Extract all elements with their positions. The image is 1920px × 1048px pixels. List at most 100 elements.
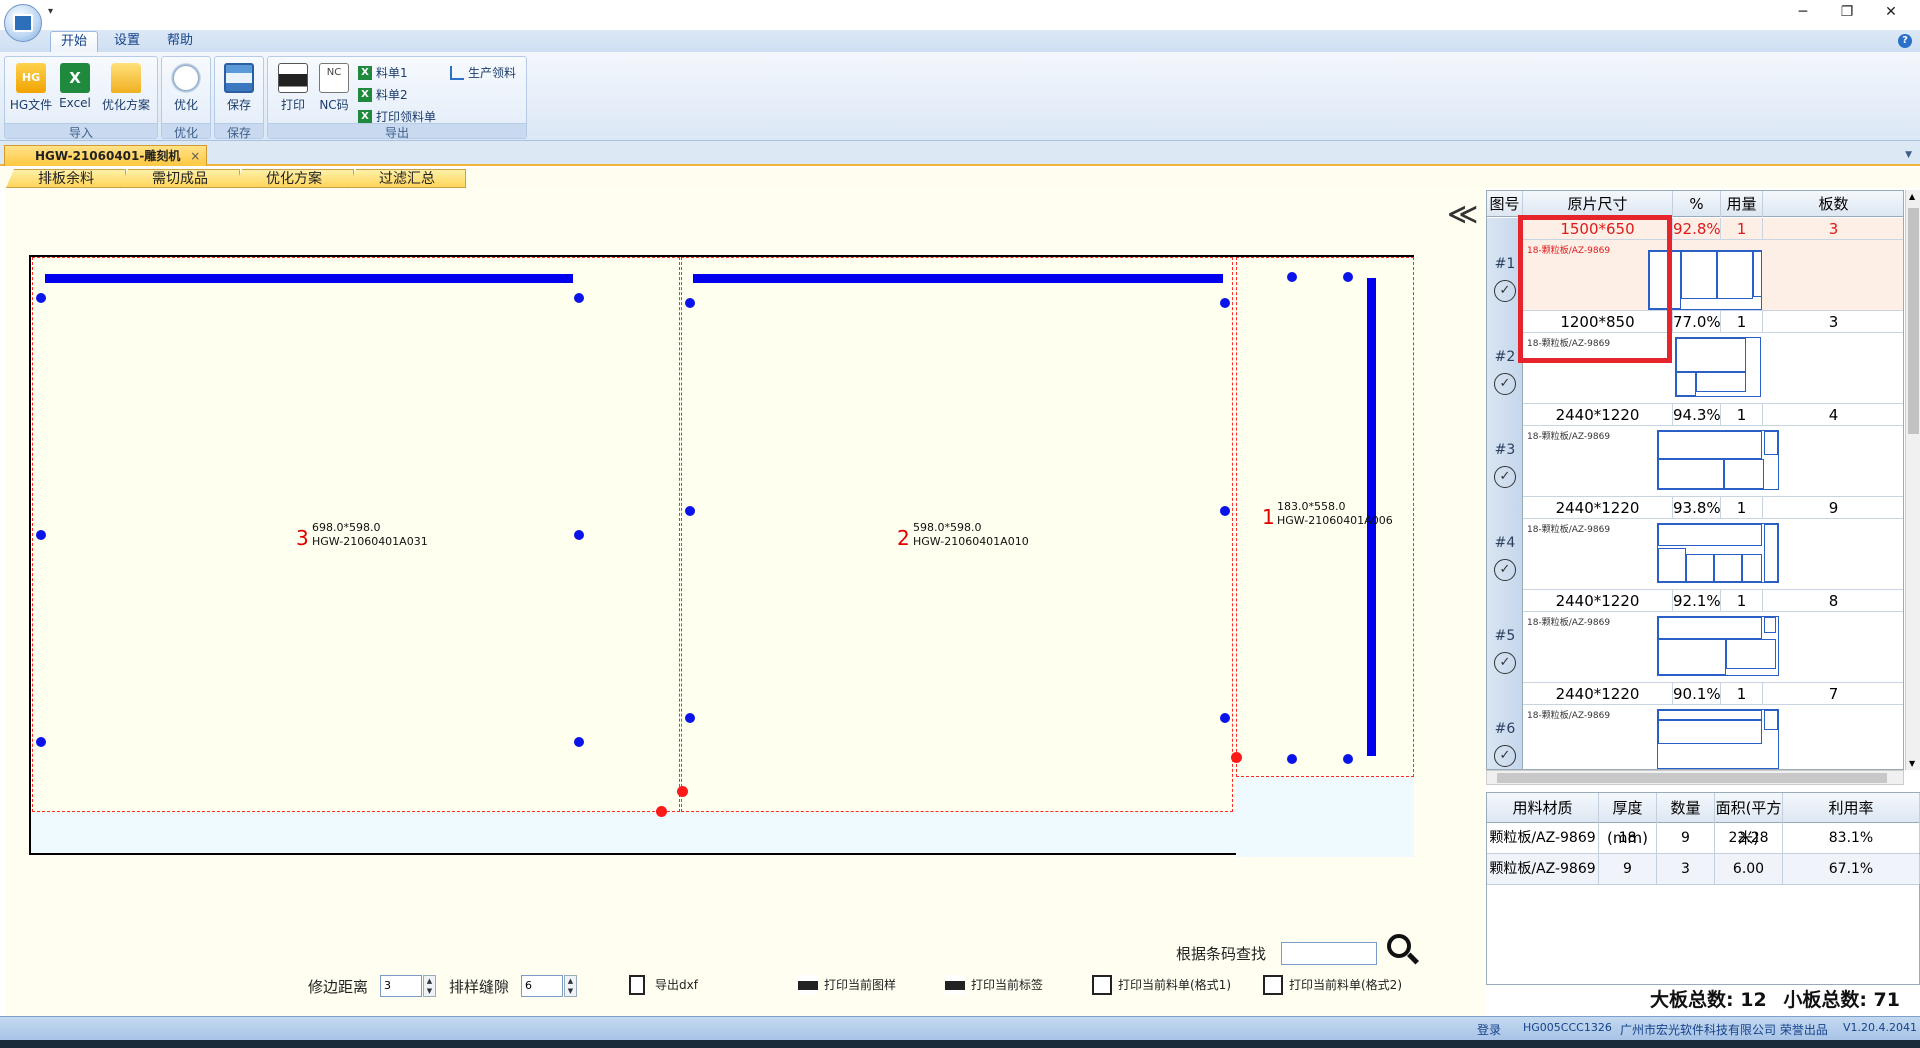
tab-list-dropdown-icon[interactable]: ▼ (1905, 150, 1912, 160)
sheet-row[interactable]: #3 ✓ 2440*1220 94.3% 1 4 18-颗粒板/AZ-9869 (1487, 404, 1903, 497)
minimize-button[interactable]: ─ (1793, 4, 1813, 20)
summary-row[interactable]: 颗粒板/AZ-9869 18 9 22.28 83.1% (1487, 823, 1920, 854)
summary-header: 用料材质 厚度(mm) 数量 面积(平方米) 利用率 (1487, 793, 1920, 847)
tab-settings[interactable]: 设置 (104, 31, 150, 52)
hg-file-label: HG文件 (9, 98, 53, 112)
sheet-list-vscrollbar[interactable]: ▲ ▼ (1905, 190, 1920, 770)
check-circle-icon[interactable]: ✓ (1494, 373, 1516, 395)
search-icon[interactable] (1387, 934, 1411, 958)
list2-button[interactable]: X 料单2 (358, 87, 408, 103)
plan-button[interactable]: 优化方案 (97, 63, 155, 113)
print-list1-button[interactable]: 打印当前料单(格式1) (1092, 975, 1231, 995)
help-icon[interactable]: ? (1898, 34, 1912, 48)
part-code: HGW-21060401A006 (1277, 514, 1393, 527)
col-boards: 板数 (1763, 191, 1903, 217)
scroll-up-icon[interactable]: ▲ (1909, 192, 1915, 201)
sheet-row[interactable]: #1 ✓ 1500*650 92.8% 1 3 18-颗粒板/AZ-9869 (1487, 218, 1903, 311)
tab-help[interactable]: 帮助 (157, 31, 203, 52)
check-circle-icon[interactable]: ✓ (1494, 280, 1516, 302)
excel-icon: X (60, 63, 90, 93)
collapse-panel-icon[interactable]: ≪ (1447, 197, 1479, 232)
tab-filter-summary[interactable]: 过滤汇总 (348, 169, 466, 188)
row-pct: 90.1% (1673, 683, 1721, 705)
part-2[interactable]: 2 598.0*598.0 HGW-21060401A010 (677, 257, 1233, 812)
part-1[interactable]: 1 183.0*558.0 HGW-21060401A006 (1231, 257, 1414, 777)
row-size: 1500*650 (1523, 218, 1673, 240)
barcode-search-input[interactable] (1281, 942, 1377, 965)
excel-small-icon: X (358, 88, 372, 102)
document-tab[interactable]: HGW-21060401-雕刻机 × (4, 145, 208, 166)
nc-code-button[interactable]: NC NC码 (316, 63, 352, 113)
group-caption-save: 保存 (215, 123, 263, 140)
nc-icon: NC (319, 63, 349, 93)
optimize-button[interactable]: 优化 (167, 63, 205, 113)
restore-button[interactable]: ❐ (1837, 4, 1857, 20)
row-material: 18-颗粒板/AZ-9869 (1527, 525, 1611, 535)
hscroll-thumb[interactable] (1497, 773, 1887, 783)
material-summary-table: 用料材质 厚度(mm) 数量 面积(平方米) 利用率 颗粒板/AZ-9869 1… (1486, 792, 1920, 985)
part-label: 183.0*558.0 HGW-21060401A006 (1277, 500, 1393, 528)
drill-hole (1343, 272, 1353, 282)
check-circle-icon[interactable]: ✓ (1494, 466, 1516, 488)
gap-input[interactable]: 6 (521, 975, 563, 997)
row-material: 18-颗粒板/AZ-9869 (1527, 432, 1611, 442)
print-label-button[interactable]: 打印当前标签 (945, 975, 1043, 995)
hg-file-button[interactable]: HG HG文件 (9, 63, 53, 113)
cell: 83.1% (1783, 823, 1920, 853)
group-import: HG HG文件 X Excel 优化方案 导入 (4, 56, 158, 140)
drill-hole (36, 737, 46, 747)
gap-stepper[interactable]: ▲ ▼ (564, 975, 577, 997)
close-button[interactable]: ✕ (1881, 4, 1901, 20)
excel-small-icon: X (358, 110, 372, 124)
row-pct: 94.3% (1673, 404, 1721, 426)
col-count: 数量 (1657, 793, 1715, 823)
quick-access-dropdown-icon[interactable]: ▾ (48, 6, 53, 17)
check-circle-icon[interactable]: ✓ (1494, 652, 1516, 674)
machine-code: HG005CCC1326 (1523, 1021, 1612, 1034)
drill-hole (1287, 272, 1297, 282)
check-circle-icon[interactable]: ✓ (1494, 559, 1516, 581)
excel-button[interactable]: X Excel (57, 63, 93, 110)
summary-row[interactable]: 颗粒板/AZ-9869 9 3 6.00 67.1% (1487, 854, 1920, 885)
group-caption-optimize: 优化 (162, 123, 210, 140)
sheet-row[interactable]: #5 ✓ 2440*1220 92.1% 1 8 18-颗粒板/AZ-9869 (1487, 590, 1903, 683)
row-qty: 1 (1721, 497, 1763, 519)
print-list1-label: 打印当前料单(格式1) (1118, 978, 1231, 992)
part-3[interactable]: 3 698.0*598.0 HGW-21060401A031 (32, 257, 680, 817)
print-list2-button[interactable]: 打印当前料单(格式2) (1263, 975, 1402, 995)
sheet-row[interactable]: #4 ✓ 2440*1220 93.8% 1 9 18-颗粒板/AZ-9869 (1487, 497, 1903, 590)
sheet-row[interactable]: #2 ✓ 1200*850 77.0% 1 3 18-颗粒板/AZ-9869 (1487, 311, 1903, 404)
part-code: HGW-21060401A031 (312, 535, 428, 548)
taskbar (0, 1040, 1920, 1048)
scroll-down-icon[interactable]: ▼ (1909, 759, 1915, 768)
tab-start[interactable]: 开始 (50, 31, 99, 52)
origin-marker (677, 786, 688, 797)
trim-stepper[interactable]: ▲ ▼ (423, 975, 436, 997)
vscroll-thumb[interactable] (1908, 208, 1919, 434)
sheet-thumbnail (1657, 430, 1779, 490)
production-pick-button[interactable]: 生产领料 (450, 65, 516, 81)
row-size: 2440*1220 (1523, 404, 1673, 426)
drill-hole (1343, 754, 1353, 764)
part-number: 3 (296, 526, 309, 550)
save-button[interactable]: 保存 (220, 63, 258, 113)
export-dxf-button[interactable]: 导出dxf (629, 975, 698, 995)
close-tab-icon[interactable]: × (190, 146, 200, 166)
app-menu-button[interactable] (4, 4, 42, 42)
tab-optimize-plan[interactable]: 优化方案 (234, 169, 354, 188)
login-link[interactable]: 登录 (1477, 1021, 1501, 1038)
sheet-row[interactable]: #6 ✓ 2440*1220 90.1% 1 7 18-颗粒板/AZ-9869 (1487, 683, 1903, 769)
tab-products[interactable]: 需切成品 (120, 169, 240, 188)
tab-remaining-boards[interactable]: 排板余料 (6, 169, 126, 188)
check-circle-icon[interactable]: ✓ (1494, 745, 1516, 767)
printer-icon (278, 63, 308, 93)
print-button[interactable]: 打印 (274, 63, 312, 113)
list1-button[interactable]: X 料单1 (358, 65, 408, 81)
sheet-list-hscrollbar[interactable] (1486, 770, 1904, 785)
print-pattern-label: 打印当前图样 (824, 978, 897, 992)
row-boards: 3 (1763, 311, 1903, 333)
print-pattern-button[interactable]: 打印当前图样 (798, 975, 896, 995)
cell: 颗粒板/AZ-9869 (1487, 823, 1599, 853)
part-size: 183.0*558.0 (1277, 500, 1346, 513)
trim-input[interactable]: 3 (380, 975, 422, 997)
